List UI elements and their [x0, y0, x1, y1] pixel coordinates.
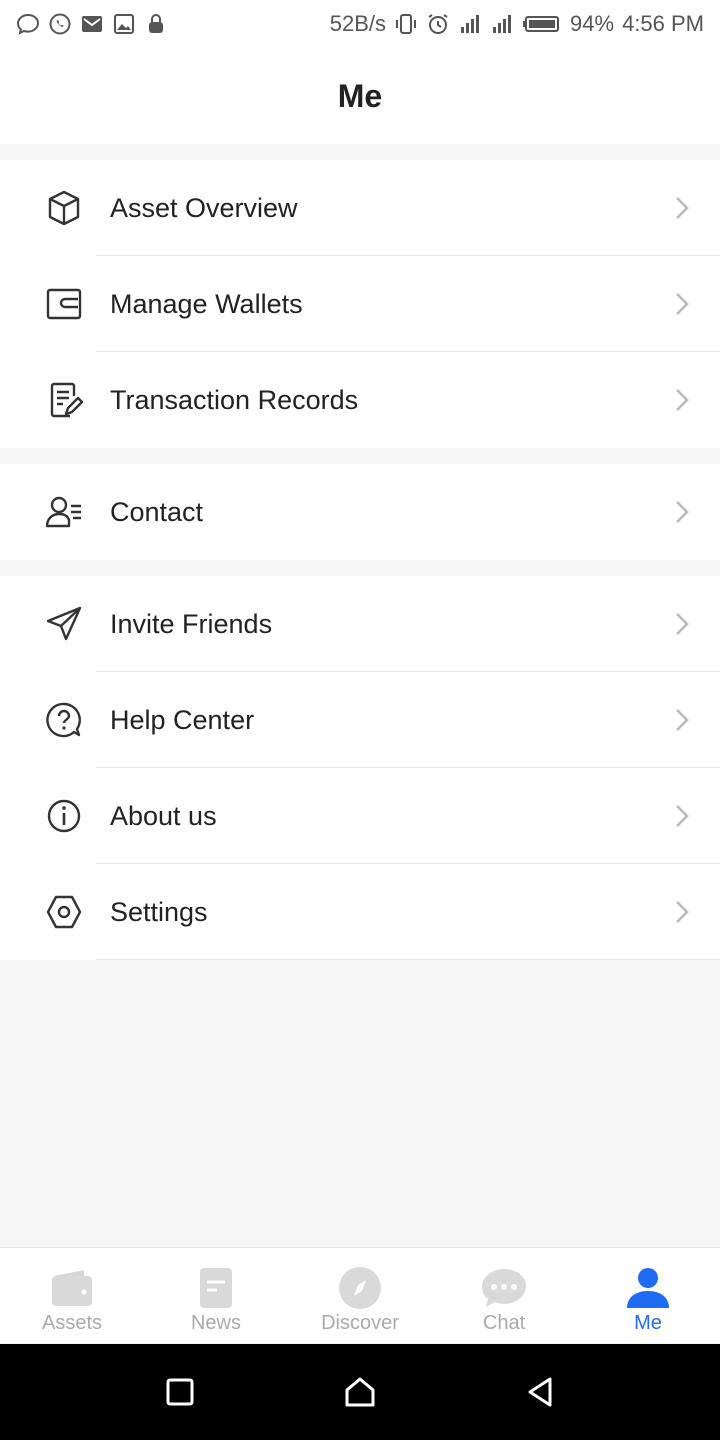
gmail-icon [80, 12, 104, 36]
divider [96, 959, 720, 960]
battery-icon [522, 12, 562, 36]
paper-plane-icon [44, 604, 84, 644]
chevron-right-icon [672, 498, 692, 526]
chevron-right-icon [672, 706, 692, 734]
alarm-icon [426, 12, 450, 36]
menu-group-assets: Asset Overview Manage Wallets Transactio… [0, 160, 720, 448]
tab-assets[interactable]: Assets [0, 1248, 144, 1343]
gallery-icon [112, 12, 136, 36]
menu-item-transaction-records[interactable]: Transaction Records [0, 352, 720, 448]
home-button[interactable] [340, 1372, 380, 1412]
news-tab-icon [192, 1266, 240, 1310]
menu-group-general: Invite Friends Help Center About us Sett… [0, 576, 720, 960]
tab-label: Chat [482, 1312, 526, 1334]
menu-item-label: About us [110, 800, 217, 831]
back-button[interactable] [520, 1372, 560, 1412]
menu-item-contact[interactable]: Contact [0, 464, 720, 560]
recents-button[interactable] [160, 1372, 200, 1412]
chevron-right-icon [672, 610, 692, 638]
compass-tab-icon [336, 1266, 384, 1310]
records-icon [44, 380, 84, 420]
status-bar: 52B/s 94% 4:56 PM [0, 0, 720, 48]
bottom-tab-bar: Assets News Discover Chat Me [0, 1247, 720, 1343]
menu-item-label: Contact [110, 496, 204, 527]
wallet-icon [44, 284, 84, 324]
chevron-right-icon [672, 386, 692, 414]
menu-item-label: Help Center [110, 704, 255, 735]
status-left [16, 12, 168, 36]
menu-item-label: Manage Wallets [110, 288, 303, 319]
menu-item-asset-overview[interactable]: Asset Overview [0, 160, 720, 256]
menu-item-settings[interactable]: Settings [0, 864, 720, 960]
contact-icon [44, 492, 84, 532]
clock: 4:56 PM [622, 11, 704, 36]
tab-label: News [190, 1312, 241, 1334]
page-header: Me [0, 48, 720, 144]
signal-icon [458, 12, 482, 36]
tab-label: Discover [321, 1312, 399, 1334]
net-speed: 52B/s [329, 11, 387, 36]
menu-item-help-center[interactable]: Help Center [0, 672, 720, 768]
menu-item-label: Transaction Records [110, 384, 359, 415]
cube-icon [44, 188, 84, 228]
settings-hexagon-icon [44, 892, 84, 932]
vibrate-icon [394, 12, 418, 36]
chevron-right-icon [672, 898, 692, 926]
tab-me[interactable]: Me [576, 1248, 720, 1343]
menu-item-label: Asset Overview [110, 192, 298, 223]
lock-icon [144, 12, 168, 36]
chevron-right-icon [672, 802, 692, 830]
info-icon [44, 796, 84, 836]
menu-item-invite-friends[interactable]: Invite Friends [0, 576, 720, 672]
menu-group-contact: Contact [0, 464, 720, 560]
signal-icon [490, 12, 514, 36]
tab-news[interactable]: News [144, 1248, 288, 1343]
system-nav-bar [0, 1344, 720, 1440]
menu-item-label: Settings [110, 896, 208, 927]
battery-level: 94% [570, 11, 615, 36]
menu-item-manage-wallets[interactable]: Manage Wallets [0, 256, 720, 352]
help-icon [44, 700, 84, 740]
chevron-right-icon [672, 290, 692, 318]
tab-discover[interactable]: Discover [288, 1248, 432, 1343]
status-right: 52B/s 94% 4:56 PM [330, 11, 704, 37]
tab-label: Me [634, 1312, 662, 1334]
menu-item-about-us[interactable]: About us [0, 768, 720, 864]
person-tab-icon [624, 1266, 672, 1310]
chat-bubble-icon [16, 12, 40, 36]
menu-item-label: Invite Friends [110, 608, 273, 639]
tab-label: Assets [41, 1312, 103, 1334]
page-title: Me [337, 77, 383, 114]
whatsapp-icon [48, 12, 72, 36]
chevron-right-icon [672, 194, 692, 222]
chat-tab-icon [480, 1266, 528, 1310]
wallet-tab-icon [48, 1266, 96, 1310]
tab-chat[interactable]: Chat [432, 1248, 576, 1343]
